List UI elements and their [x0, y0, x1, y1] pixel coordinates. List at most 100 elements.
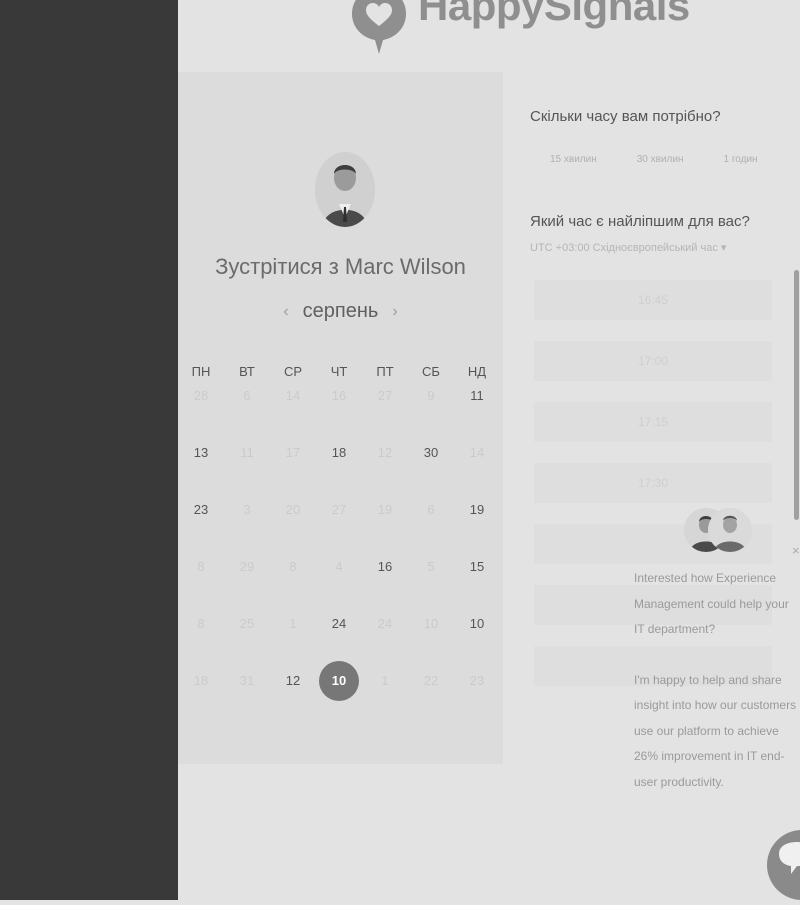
calendar-day: 4: [316, 559, 362, 616]
calendar-day-number: 28: [193, 388, 209, 403]
calendar-day-number: 6: [243, 388, 251, 403]
calendar-day: 8: [178, 616, 224, 673]
calendar-day[interactable]: 12: [270, 673, 316, 730]
calendar-card: Зустрітися з Marc Wilson ‹ серпень › ПН …: [178, 72, 503, 764]
calendar-day: 19: [362, 502, 408, 559]
calendar-day-selected[interactable]: 10: [316, 661, 362, 730]
calendar-day: 16: [316, 388, 362, 445]
chat-launcher-button[interactable]: [767, 830, 800, 900]
time-slot[interactable]: 17:00: [534, 341, 772, 381]
calendar-day-number: 8: [289, 559, 297, 574]
calendar-day-number: 10: [469, 616, 485, 631]
duration-option-60[interactable]: 1 годин: [724, 154, 758, 165]
calendar-day-number: 20: [285, 502, 301, 517]
calendar-day-number: 22: [423, 673, 439, 688]
month-navigation: ‹ серпень ›: [178, 300, 503, 323]
calendar-day-number: 4: [335, 559, 343, 574]
calendar-day: 14: [454, 445, 500, 502]
timezone-select[interactable]: UTC +03:00 Східноєвропейський час ▾: [530, 241, 726, 254]
calendar-day-number: 3: [243, 502, 251, 517]
calendar-day[interactable]: 10: [454, 616, 500, 673]
weekday-label: СБ: [422, 364, 440, 379]
calendar-day-number: 14: [469, 445, 485, 460]
chat-message-intro: Interested how Experience Management cou…: [634, 571, 789, 636]
calendar-day-number: 18: [331, 445, 347, 460]
calendar-day: 11: [224, 445, 270, 502]
calendar-day-number: 10: [423, 616, 439, 631]
calendar-day: 10: [408, 616, 454, 673]
calendar-day[interactable]: 19: [454, 502, 500, 559]
calendar-day: 3: [224, 502, 270, 559]
meeting-title: Зустрітися з Marc Wilson: [215, 254, 466, 279]
calendar-day-number: 15: [469, 559, 485, 574]
timezone-label: UTC +03:00 Східноєвропейський час: [530, 242, 718, 254]
chat-message-body: I'm happy to help and share insight into…: [634, 672, 797, 789]
calendar-day-number: 24: [377, 616, 393, 631]
duration-option-15[interactable]: 15 хвилин: [550, 154, 597, 165]
calendar-day: 25: [224, 616, 270, 673]
calendar-week-row: 28 6 14 16 27 9 11: [178, 388, 503, 445]
brand-name: HappySignals: [418, 0, 690, 29]
time-question: Який час є найліпшим для вас?: [530, 213, 750, 230]
calendar-day[interactable]: 15: [454, 559, 500, 616]
weekday-label: НД: [467, 364, 487, 379]
time-slot[interactable]: 17:15: [534, 402, 772, 442]
chevron-right-icon[interactable]: ›: [392, 303, 397, 321]
calendar-day-number: 6: [427, 502, 435, 517]
time-slot[interactable]: 17:30: [534, 463, 772, 503]
calendar-day: 6: [224, 388, 270, 445]
calendar-day: 1: [270, 616, 316, 673]
calendar-day-number: 23: [469, 673, 485, 688]
calendar-day: 29: [224, 559, 270, 616]
calendar-day[interactable]: 23: [178, 502, 224, 559]
calendar-day-number: 12: [285, 673, 301, 688]
calendar-day-number: 27: [331, 502, 347, 517]
speech-bubble-heart-icon: [350, 0, 408, 56]
calendar-day-number: 5: [427, 559, 435, 574]
calendar-day: 28: [178, 388, 224, 445]
calendar-week-row: 13 11 17 18 12 30 14: [178, 445, 503, 502]
calendar-day-number: 17: [285, 445, 301, 460]
calendar-week-row: 8 29 8 4 16 5 15: [178, 559, 503, 616]
calendar-day[interactable]: 18: [316, 445, 362, 502]
host-avatar: [315, 152, 375, 227]
calendar-day: 6: [408, 502, 454, 559]
calendar-day-number: 8: [197, 616, 205, 631]
calendar-day-number: 24: [331, 616, 347, 631]
calendar-day-number: 19: [377, 502, 393, 517]
duration-options: 15 хвилин 30 хвилин 1 годин: [550, 154, 758, 165]
calendar-day-number: 11: [470, 388, 484, 403]
calendar-day: 8: [270, 559, 316, 616]
calendar-day[interactable]: 13: [178, 445, 224, 502]
calendar-day: 31: [224, 673, 270, 730]
calendar-day: 24: [362, 616, 408, 673]
chevron-down-icon: ▾: [720, 242, 727, 254]
calendar-day: 14: [270, 388, 316, 445]
chevron-left-icon[interactable]: ‹: [283, 303, 288, 321]
calendar-day-number: 1: [289, 616, 297, 631]
calendar-day[interactable]: 16: [362, 559, 408, 616]
calendar-week-row: 18 31 12 10 1 22 23: [178, 661, 503, 730]
scrollbar[interactable]: [794, 270, 799, 520]
calendar-day: 27: [362, 388, 408, 445]
calendar-day-number: 27: [377, 388, 393, 403]
calendar-day-number: 1: [381, 673, 389, 688]
calendar-day[interactable]: 30: [408, 445, 454, 502]
close-icon[interactable]: ×: [792, 543, 800, 558]
chat-message: Interested how Experience Management cou…: [634, 566, 800, 820]
calendar-day-number: 14: [285, 388, 301, 403]
duration-option-30[interactable]: 30 хвилин: [637, 154, 684, 165]
calendar-day-number: 30: [423, 445, 439, 460]
calendar-day-number: 18: [193, 673, 209, 688]
calendar-day: 9: [408, 388, 454, 445]
brand-logo: HappySignals: [350, 0, 690, 56]
calendar-day-number: 25: [239, 616, 255, 631]
month-label: серпень: [302, 300, 379, 322]
chat-bubble-icon: [779, 842, 800, 874]
weekday-label: ПН: [191, 364, 211, 379]
calendar-day: 17: [270, 445, 316, 502]
chat-agent-avatars: [684, 508, 754, 560]
calendar-day[interactable]: 11: [454, 388, 500, 445]
time-slot[interactable]: 16:45: [534, 280, 772, 320]
calendar-day-number: 10: [319, 661, 359, 701]
